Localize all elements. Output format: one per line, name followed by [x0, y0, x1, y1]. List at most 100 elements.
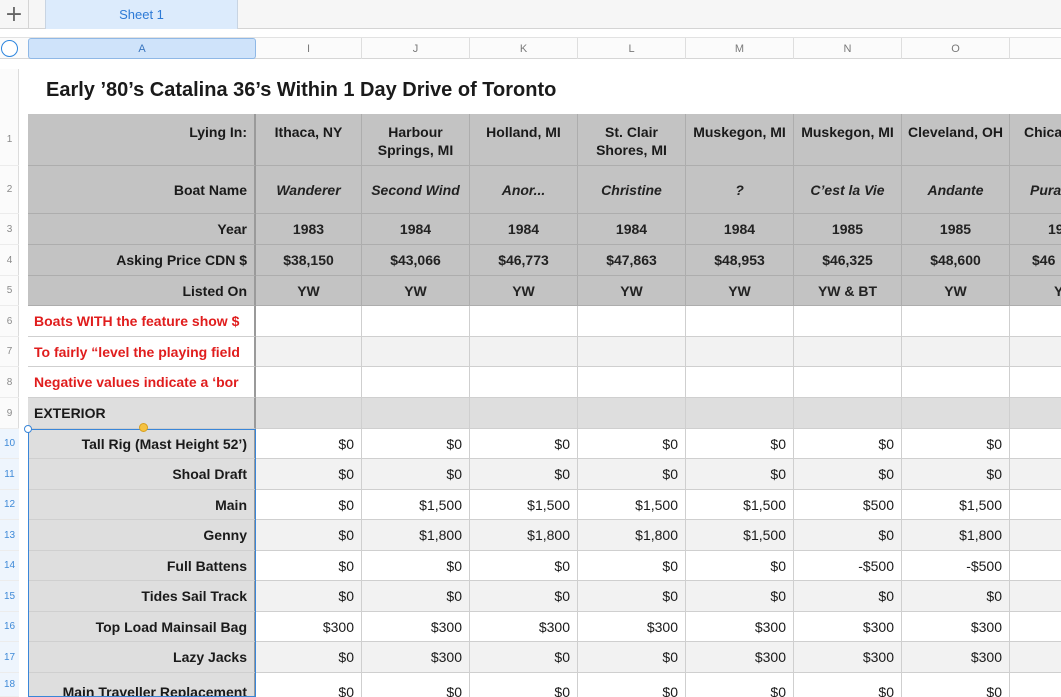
row-header-4[interactable]: 4 [0, 245, 19, 276]
cell-boat-name-label[interactable]: Boat Name [28, 166, 247, 213]
cell-empty[interactable] [1010, 306, 1061, 337]
cell-empty[interactable] [362, 367, 470, 398]
cell-empty[interactable] [794, 337, 902, 367]
cell-lying-in[interactable]: Ithaca, NY [256, 114, 362, 166]
cell-value[interactable]: $1,500 [578, 490, 678, 519]
cell-value[interactable]: $300 [794, 642, 894, 672]
cell-year[interactable]: 1985 [902, 214, 1009, 244]
cell-value[interactable]: $0 [256, 429, 354, 458]
row-header-12[interactable]: 12 [0, 490, 19, 520]
cell-value[interactable]: $0 [686, 459, 786, 489]
cell-note[interactable]: Negative values indicate a ‘bor [34, 367, 247, 397]
row-header-7[interactable]: 7 [0, 337, 19, 367]
cell-listed-on-label[interactable]: Listed On [28, 276, 247, 305]
selection-handle-icon[interactable] [24, 425, 32, 433]
cell-note[interactable]: To fairly “level the playing field [34, 337, 247, 366]
cell-value[interactable]: $0 [362, 581, 462, 611]
cell-lying-in[interactable]: Cleveland, OH [902, 114, 1010, 166]
cell-value[interactable]: $0 [362, 429, 462, 458]
cell-empty[interactable] [470, 367, 578, 398]
cell-value[interactable]: $0 [794, 581, 894, 611]
cell-empty[interactable] [1010, 551, 1061, 581]
cell-empty[interactable] [578, 337, 686, 367]
cell-empty[interactable] [362, 337, 470, 367]
cell-feature-label[interactable]: Genny [28, 520, 247, 550]
cell-feature-label[interactable]: Tall Rig (Mast Height 52’) [28, 429, 247, 458]
cell-boat-name[interactable]: Christine [578, 166, 685, 213]
cell-value[interactable]: $300 [362, 612, 462, 641]
cell-value[interactable]: $0 [902, 581, 1002, 611]
cell-value[interactable]: $300 [902, 642, 1002, 672]
cell-value[interactable]: $1,500 [362, 490, 462, 519]
cell-listed-on[interactable]: YW [578, 276, 685, 305]
cell-listed-on[interactable]: YW & BT [794, 276, 901, 305]
cell-listed-on[interactable]: YW [686, 276, 793, 305]
row-header-8[interactable]: 8 [0, 367, 19, 398]
cell-asking-price[interactable]: $48,600 [902, 245, 1009, 275]
row-header-2[interactable]: 2 [0, 166, 19, 214]
cell-value[interactable]: $0 [256, 581, 354, 611]
row-header-6[interactable]: 6 [0, 306, 19, 337]
cell-value[interactable]: $0 [578, 551, 678, 580]
cell-empty[interactable] [1010, 459, 1061, 490]
cell-value[interactable]: $0 [686, 581, 786, 611]
cell-lying-in[interactable]: Chica [1010, 114, 1061, 166]
cell-feature-label[interactable]: Main [28, 490, 247, 519]
column-header-a[interactable]: A [28, 38, 256, 59]
cell-value[interactable]: $0 [256, 642, 354, 672]
cell-lying-in[interactable]: Holland, MI [470, 114, 578, 166]
cell-boat-name[interactable]: Anor... [470, 166, 577, 213]
cell-value[interactable]: $0 [578, 642, 678, 672]
column-header-n[interactable]: N [794, 38, 902, 59]
cell-value[interactable]: $0 [578, 673, 678, 697]
cell-feature-label[interactable]: Full Battens [28, 551, 247, 580]
cell-value[interactable]: $0 [794, 459, 894, 489]
cell-value[interactable]: $1,500 [686, 490, 786, 519]
cell-year[interactable]: 1983 [256, 214, 361, 244]
cell-asking-price[interactable]: $38,150 [256, 245, 361, 275]
column-header-l[interactable]: L [578, 38, 686, 59]
cell-empty[interactable] [1010, 429, 1061, 459]
cell-empty[interactable] [256, 398, 362, 429]
cell-boat-name[interactable]: C’est la Vie [794, 166, 901, 213]
cell-boat-name[interactable]: Pura [1010, 166, 1061, 213]
cell-note[interactable]: Boats WITH the feature show $ [34, 306, 247, 336]
cell-empty[interactable] [902, 398, 1010, 429]
cell-value[interactable]: $0 [794, 673, 894, 697]
cell-value[interactable]: $0 [470, 459, 570, 489]
cell-value[interactable]: $0 [686, 429, 786, 458]
cell-value[interactable]: $300 [470, 612, 570, 641]
cell-value[interactable]: $0 [902, 459, 1002, 489]
cell-empty[interactable] [470, 337, 578, 367]
cell-empty[interactable] [686, 398, 794, 429]
cell-value[interactable]: $0 [902, 673, 1002, 697]
cell-value[interactable]: $1,500 [686, 520, 786, 550]
cell-asking-price[interactable]: $43,066 [362, 245, 469, 275]
cell-year[interactable]: 1984 [470, 214, 577, 244]
row-header-11[interactable]: 11 [0, 459, 19, 490]
cell-empty[interactable] [902, 306, 1010, 337]
cell-lying-in[interactable]: St. Clair Shores, MI [578, 114, 686, 166]
column-header-i[interactable]: I [256, 38, 362, 59]
cell-empty[interactable] [902, 337, 1010, 367]
cell-asking-price[interactable]: $46,325 [794, 245, 901, 275]
cell-value[interactable]: $1,800 [902, 520, 1002, 550]
row-header-10[interactable]: 10 [0, 429, 19, 459]
cell-empty[interactable] [256, 367, 362, 398]
sheet-tab[interactable]: Sheet 1 [45, 0, 238, 29]
table-title[interactable]: Early ’80’s Catalina 36’s Within 1 Day D… [46, 79, 556, 102]
cell-value[interactable]: $1,800 [470, 520, 570, 550]
cell-empty[interactable] [1010, 490, 1061, 520]
select-all-circle-icon[interactable] [1, 40, 18, 57]
cell-value[interactable]: $0 [578, 459, 678, 489]
cell-asking-price[interactable]: $46 [1010, 245, 1061, 275]
cell-boat-name[interactable]: Andante [902, 166, 1009, 213]
cell-empty[interactable] [470, 398, 578, 429]
cell-value[interactable]: $1,800 [578, 520, 678, 550]
cell-empty[interactable] [686, 306, 794, 337]
column-header-o[interactable]: O [902, 38, 1010, 59]
cell-value[interactable]: $0 [470, 429, 570, 458]
cell-value[interactable]: $0 [362, 673, 462, 697]
cell-empty[interactable] [794, 367, 902, 398]
cell-empty[interactable] [902, 367, 1010, 398]
